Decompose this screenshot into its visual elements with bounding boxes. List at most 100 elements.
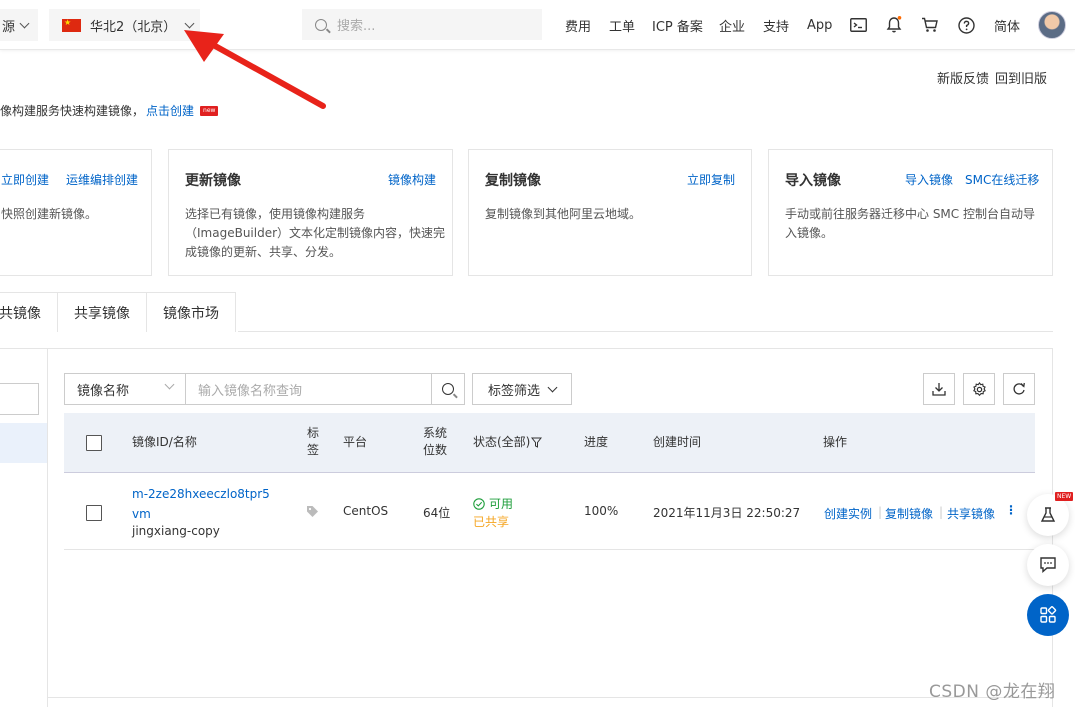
refresh-button[interactable] — [1003, 373, 1035, 405]
nav-enterprise[interactable]: 企业 — [719, 0, 745, 50]
card-description: 选择已有镜像，使用镜像构建服务（ImageBuilder）文本化定制镜像内容，快… — [185, 207, 446, 259]
nav-tickets[interactable]: 工单 — [609, 0, 635, 50]
header-created-time: 创建时间 — [653, 435, 702, 449]
bell-icon[interactable] — [885, 16, 903, 34]
copy-image-card: 复制镜像 立即复制 复制镜像到其他阿里云地域。 — [468, 149, 752, 276]
download-button[interactable] — [923, 373, 955, 405]
created-time: 2021年11月3日 22:50:27 — [653, 506, 801, 520]
settings-button[interactable] — [963, 373, 995, 405]
system-bits: 64位 — [423, 506, 451, 520]
cart-icon[interactable] — [921, 16, 939, 34]
global-search-input[interactable]: 搜索... — [302, 9, 542, 40]
search-placeholder: 输入镜像名称查询 — [198, 383, 303, 399]
header-platform: 平台 — [343, 435, 368, 449]
import-image-link[interactable]: 导入镜像 — [905, 171, 953, 188]
china-flag-icon — [62, 18, 81, 32]
tabs-divider — [238, 331, 1053, 332]
filter-icon[interactable] — [531, 437, 543, 448]
terminal-icon[interactable] — [849, 16, 867, 34]
create-instance-link[interactable]: 创建实例 — [824, 505, 872, 522]
resource-label: 源 — [1, 19, 15, 35]
help-icon[interactable] — [957, 16, 975, 34]
filter-field-label: 镜像名称 — [77, 383, 130, 399]
new-version-feedback-link[interactable]: 新版反馈 — [937, 68, 989, 87]
feedback-float-button[interactable] — [1027, 544, 1069, 586]
flask-icon — [1040, 507, 1056, 522]
header-tag: 标签 — [307, 426, 320, 457]
nav-app[interactable]: App — [807, 0, 832, 50]
panel-bottom-line — [48, 697, 1053, 698]
tab-shared-images[interactable]: 共享镜像 — [57, 292, 147, 332]
share-image-link[interactable]: 共享镜像 — [947, 505, 995, 522]
chevron-down-icon — [184, 18, 195, 28]
chevron-down-icon — [547, 382, 558, 392]
image-type-tabs: 共镜像 共享镜像 镜像市场 — [0, 292, 236, 332]
image-id-link[interactable]: m-2ze28hxeeczlo8tpr5vm — [132, 484, 272, 524]
top-navigation-bar: 源 华北2（北京） 搜索... 费用 工单 ICP 备案 企业 支持 App 简… — [0, 0, 1075, 50]
search-button[interactable] — [431, 373, 465, 405]
back-to-old-version-link[interactable]: 回到旧版 — [995, 68, 1047, 87]
tag-filter-label: 标签筛选 — [488, 383, 541, 399]
red-arrow-annotation — [184, 30, 326, 109]
chat-icon — [1040, 557, 1056, 574]
new-badge: new — [200, 105, 219, 116]
ops-orchestration-create-link[interactable]: 运维编排创建 — [66, 171, 138, 188]
tab-public-images[interactable]: 共镜像 — [0, 292, 58, 332]
card-title: 导入镜像 — [785, 173, 841, 189]
search-icon — [442, 383, 454, 395]
platform: CentOS — [343, 504, 389, 518]
intro-text: 像构建服务快速构建镜像， 点击创建 new — [0, 102, 219, 119]
create-now-link[interactable]: 立即创建 — [1, 171, 49, 188]
header-system-bits: 系统位数 — [423, 426, 448, 457]
tag-filter-dropdown[interactable]: 标签筛选 — [472, 373, 572, 405]
copy-image-link[interactable]: 复制镜像 — [885, 505, 933, 522]
progress: 100% — [584, 504, 619, 518]
header-status[interactable]: 状态(全部) — [473, 434, 543, 451]
resource-dropdown[interactable]: 源 — [0, 9, 38, 41]
left-panel-selected-item[interactable] — [0, 423, 47, 463]
card-description: 复制镜像到其他阿里云地域。 — [485, 207, 642, 221]
watermark: CSDN @龙在翔 — [929, 682, 1056, 702]
image-build-link[interactable]: 镜像构建 — [388, 171, 436, 188]
intro-description: 像构建服务快速构建镜像， — [0, 104, 145, 118]
apps-float-button[interactable] — [1027, 594, 1069, 636]
search-placeholder: 搜索... — [337, 19, 376, 34]
refresh-icon — [1013, 382, 1025, 395]
apps-grid-icon — [1040, 606, 1057, 623]
header-status-label: 状态(全部) — [473, 435, 531, 449]
download-icon — [932, 383, 946, 396]
region-selector[interactable]: 华北2（北京） — [49, 9, 200, 41]
create-now-link[interactable]: 点击创建 — [146, 102, 194, 119]
row-checkbox[interactable] — [86, 505, 102, 521]
row-divider — [64, 549, 1035, 550]
more-actions-icon[interactable]: ⋮ — [1005, 503, 1017, 517]
update-image-card: 更新镜像 镜像构建 选择已有镜像，使用镜像构建服务（ImageBuilder）文… — [168, 149, 453, 276]
nav-support[interactable]: 支持 — [763, 0, 789, 50]
card-description: 快照创建新镜像。 — [1, 207, 98, 221]
card-title: 更新镜像 — [185, 173, 241, 189]
nav-billing[interactable]: 费用 — [565, 0, 591, 50]
share-status: 已共享 — [473, 515, 510, 529]
user-avatar[interactable] — [1038, 11, 1066, 39]
filter-field-select[interactable]: 镜像名称 — [64, 373, 186, 405]
left-panel-search-input[interactable] — [0, 383, 39, 415]
nav-icp[interactable]: ICP 备案 — [652, 0, 703, 50]
chevron-down-icon — [164, 379, 175, 390]
check-circle-icon — [473, 497, 485, 510]
copy-now-link[interactable]: 立即复制 — [687, 171, 735, 188]
new-badge: NEW — [1055, 492, 1074, 501]
header-actions: 操作 — [823, 435, 848, 449]
action-divider: | — [939, 505, 944, 519]
header-image-id: 镜像ID/名称 — [132, 435, 197, 449]
header-progress: 进度 — [584, 435, 609, 449]
chevron-down-icon — [19, 18, 30, 28]
select-all-checkbox[interactable] — [86, 435, 102, 451]
image-name-search-input[interactable]: 输入镜像名称查询 — [185, 373, 432, 405]
smc-migration-link[interactable]: SMC在线迁移 — [965, 171, 1039, 188]
tab-image-market[interactable]: 镜像市场 — [146, 292, 236, 332]
language-switch[interactable]: 简体 — [994, 0, 1020, 50]
tag-icon[interactable] — [306, 505, 319, 521]
table-header: 镜像ID/名称 标签 平台 系统位数 状态(全部) 进度 创建时间 操作 — [64, 413, 1035, 473]
region-label: 华北2（北京） — [90, 19, 177, 35]
status-label: 可用 — [489, 497, 514, 511]
